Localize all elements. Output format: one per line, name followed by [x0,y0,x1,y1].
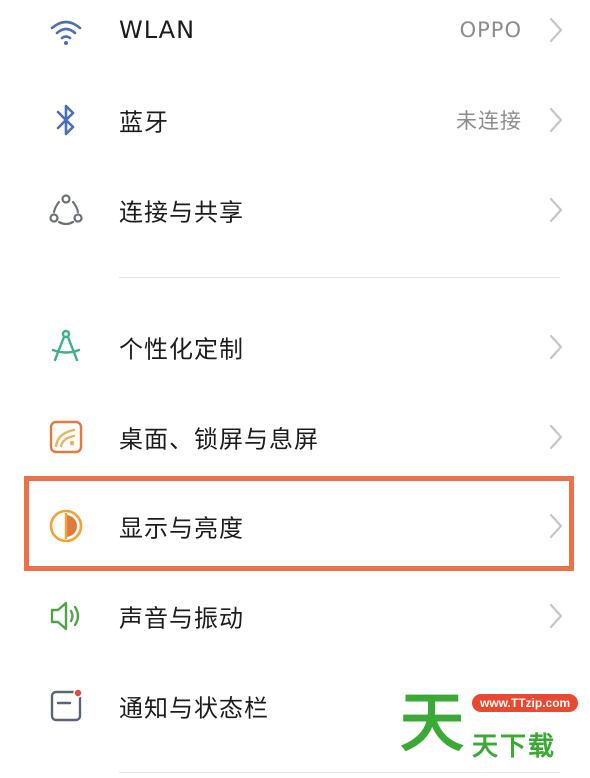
chevron-right-icon [548,423,564,451]
settings-item-bluetooth[interactable]: 蓝牙 未连接 [0,75,590,165]
wifi-icon [44,8,88,52]
settings-item-personalization[interactable]: 个性化定制 [0,302,590,392]
settings-item-label: 桌面、锁屏与息屏 [119,425,319,454]
share-nodes-icon [44,188,88,232]
settings-item-desktop-lockscreen[interactable]: 桌面、锁屏与息屏 [0,392,590,482]
settings-item-connection-sharing[interactable]: 连接与共享 [0,165,590,255]
settings-item-label: WLAN [119,16,196,44]
bluetooth-icon [44,98,88,142]
settings-item-label: 蓝牙 [119,108,169,137]
settings-item-label: 连接与共享 [119,198,244,227]
watermark-char: 天 [400,687,464,761]
chevron-right-icon [548,196,564,224]
watermark-text: 天下载 [472,732,557,762]
settings-item-wlan[interactable]: WLAN OPPO [0,0,590,75]
chevron-right-icon [548,16,564,44]
highlight-box [24,476,574,571]
compass-icon [44,325,88,369]
settings-item-label: 声音与振动 [119,604,244,633]
settings-item-value: OPPO [459,18,522,42]
settings-item-label: 个性化定制 [119,335,244,364]
settings-item-value: 未连接 [456,109,522,133]
watermark-logo: 天 www.TTzip.com 天下载 [398,687,579,768]
speaker-icon [44,594,88,638]
chevron-right-icon [548,106,564,134]
notification-icon [44,684,88,728]
settings-item-label: 通知与状态栏 [119,694,269,723]
chevron-right-icon [548,333,564,361]
settings-item-sound-vibration[interactable]: 声音与振动 [0,571,590,661]
watermark-url: www.TTzip.com [472,694,579,712]
wallpaper-icon [44,415,88,459]
section-divider [119,772,560,773]
section-divider [119,277,560,278]
chevron-right-icon [548,602,564,630]
